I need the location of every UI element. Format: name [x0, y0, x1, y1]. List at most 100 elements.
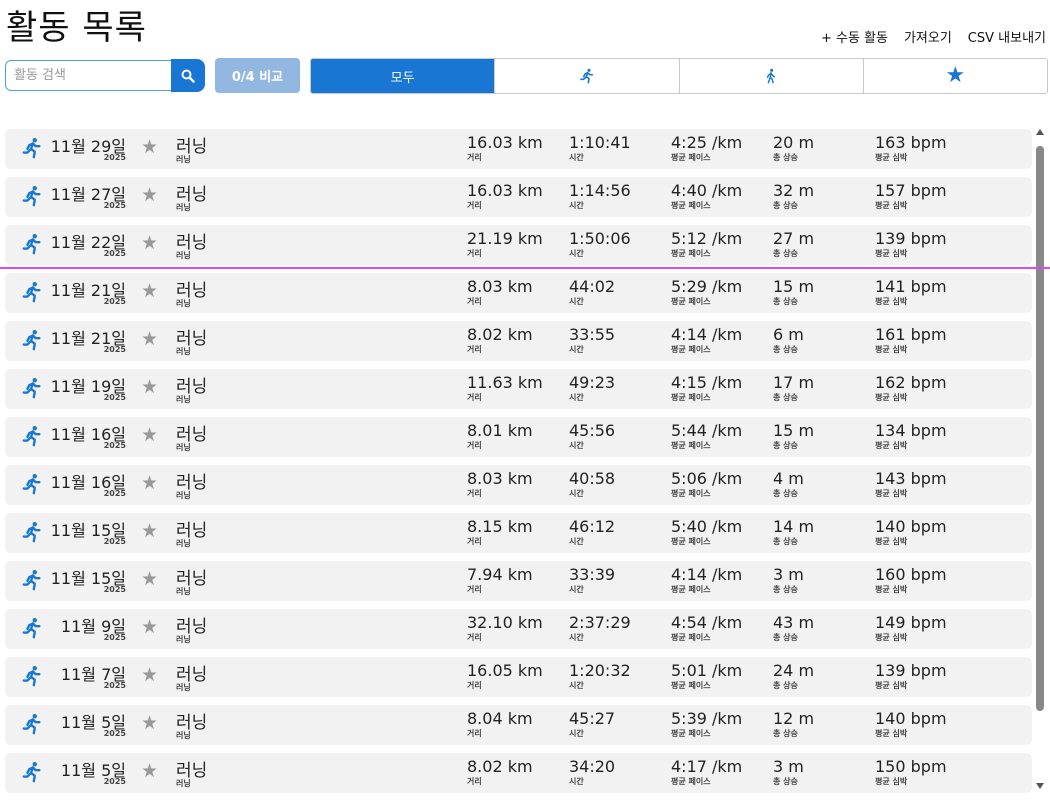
scroll-thumb[interactable] — [1036, 146, 1044, 711]
running-icon — [21, 761, 43, 783]
stat-hr-label: 평균 심박 — [875, 633, 908, 642]
favorite-star-icon[interactable]: ★ — [141, 474, 158, 493]
activity-filter-tabs: 모두 ★ — [310, 58, 1048, 94]
activity-year: 2025 — [103, 729, 126, 738]
activity-row[interactable]: 11월 27일 2025 ★ 러닝 러닝 16.03 km 거리 1:14:56 시간 4:40 … — [5, 177, 1032, 217]
stat-elevation-value: 14 m — [773, 517, 815, 536]
stat-time-label: 시간 — [569, 489, 584, 498]
favorite-star-icon[interactable]: ★ — [141, 234, 158, 253]
favorite-star-icon[interactable]: ★ — [141, 138, 158, 157]
running-icon — [21, 713, 43, 735]
running-icon — [21, 665, 43, 687]
activity-year: 2025 — [103, 489, 126, 498]
stat-pace: 5:29 /km 평균 페이스 — [671, 277, 742, 307]
stat-pace-value: 5:06 /km — [671, 469, 743, 488]
activity-type: 러닝 — [176, 635, 191, 644]
filter-tab-walking[interactable] — [679, 59, 864, 93]
activity-type: 러닝 — [176, 299, 191, 308]
favorite-star-icon[interactable]: ★ — [141, 282, 158, 301]
running-icon — [21, 281, 43, 303]
stat-hr-value: 162 bpm — [875, 373, 947, 392]
stat-distance-label: 거리 — [467, 729, 482, 738]
running-icon — [21, 137, 43, 159]
stat-time-label: 시간 — [569, 297, 584, 306]
stat-hr: 134 bpm 평균 심박 — [875, 421, 947, 451]
favorite-star-icon[interactable]: ★ — [141, 330, 158, 349]
stat-elevation: 24 m총 상승 — [773, 661, 814, 691]
activity-type: 러닝 — [176, 491, 191, 500]
stat-distance-value: 8.15 km — [467, 517, 533, 536]
activity-row[interactable]: 11월 21일 2025 ★ 러닝 러닝 8.03 km 거리 44:02 시간 5:29 /km… — [5, 273, 1032, 313]
activity-row[interactable]: 11월 7일 2025 ★ 러닝 러닝 16.05 km 거리 1:20:32 시간 5:01 /… — [5, 657, 1032, 697]
scroll-down-arrow[interactable] — [1036, 783, 1044, 789]
walking-icon — [767, 68, 776, 84]
scrollbar[interactable] — [1035, 129, 1045, 793]
activity-row[interactable]: 11월 29일 2025 ★ 러닝 러닝 16.03 km 거리 1:10:41 시간 4:25 … — [5, 129, 1032, 169]
stat-hr: 140 bpm 평균 심박 — [875, 517, 947, 547]
activity-row[interactable]: 11월 15일 2025 ★ 러닝 러닝 7.94 km 거리 33:39 시간 4:14 /km… — [5, 561, 1032, 601]
stat-elevation-value: 20 m — [773, 133, 815, 152]
stat-elevation: 15 m총 상승 — [773, 421, 814, 451]
activity-year: 2025 — [103, 249, 126, 258]
favorite-star-icon[interactable]: ★ — [141, 570, 158, 589]
stat-time-value: 40:58 — [569, 469, 616, 488]
search-button[interactable] — [171, 59, 205, 92]
stat-pace: 5:12 /km 평균 페이스 — [671, 229, 742, 259]
favorite-star-icon[interactable]: ★ — [141, 618, 158, 637]
favorite-star-icon[interactable]: ★ — [141, 186, 158, 205]
filter-tab-all[interactable]: 모두 — [311, 59, 496, 93]
stat-elevation-value: 15 m — [773, 277, 815, 296]
running-icon — [21, 185, 43, 207]
activity-year: 2025 — [103, 393, 126, 402]
running-icon — [21, 617, 43, 639]
manual-activity-button[interactable]: + 수동 활동 — [821, 27, 888, 46]
activity-row[interactable]: 11월 21일 2025 ★ 러닝 러닝 8.02 km 거리 33:55 시간 4:14 /km… — [5, 321, 1032, 361]
filter-tab-running[interactable] — [495, 59, 680, 93]
stat-pace-label: 평균 페이스 — [671, 489, 711, 498]
export-csv-button[interactable]: CSV 내보내기 — [968, 27, 1046, 46]
stat-elevation-label: 총 상승 — [773, 729, 798, 738]
stat-time: 49:23 시간 — [569, 373, 615, 403]
stat-hr: 139 bpm 평균 심박 — [875, 661, 947, 691]
search-input[interactable] — [5, 60, 171, 91]
stat-pace-label: 평균 페이스 — [671, 297, 711, 306]
activity-row[interactable]: 11월 19일 2025 ★ 러닝 러닝 11.63 km 거리 49:23 시간 4:15 /k… — [5, 369, 1032, 409]
activity-type: 러닝 — [176, 539, 191, 548]
activity-row[interactable]: 11월 5일 2025 ★ 러닝 러닝 8.04 km 거리 45:27 시간 5:39 /km 평… — [5, 705, 1032, 745]
stat-pace-label: 평균 페이스 — [671, 441, 711, 450]
filter-tab-favorites[interactable]: ★ — [863, 59, 1047, 93]
stat-hr-value: 143 bpm — [875, 469, 947, 488]
favorite-star-icon[interactable]: ★ — [141, 378, 158, 397]
page-title: 활동 목록 — [6, 8, 147, 48]
favorite-star-icon[interactable]: ★ — [141, 426, 158, 445]
import-button[interactable]: 가져오기 — [904, 27, 952, 46]
activity-row[interactable]: 11월 15일 2025 ★ 러닝 러닝 8.15 km 거리 46:12 시간 5:40 /km… — [5, 513, 1032, 553]
activity-year: 2025 — [103, 537, 126, 546]
stat-pace-value: 4:25 /km — [671, 133, 743, 152]
stat-time-value: 1:10:41 — [569, 133, 631, 152]
scroll-up-arrow[interactable] — [1036, 129, 1044, 135]
favorite-star-icon[interactable]: ★ — [141, 762, 158, 781]
stat-pace-value: 4:14 /km — [671, 325, 743, 344]
favorite-star-icon[interactable]: ★ — [141, 666, 158, 685]
stat-pace: 5:06 /km 평균 페이스 — [671, 469, 742, 499]
favorite-star-icon[interactable]: ★ — [141, 522, 158, 541]
stat-time: 1:50:06 시간 — [569, 229, 631, 259]
stat-distance: 16.05 km 거리 — [467, 661, 543, 691]
stat-distance-value: 32.10 km — [467, 613, 543, 632]
activity-row[interactable]: 11월 22일 2025 ★ 러닝 러닝 21.19 km 거리 1:50:06 시간 5:12 … — [5, 225, 1032, 265]
favorite-star-icon[interactable]: ★ — [141, 714, 158, 733]
activity-row[interactable]: 11월 9일 2025 ★ 러닝 러닝 32.10 km 거리 2:37:29 시간 4:54 /… — [5, 609, 1032, 649]
activity-row[interactable]: 11월 5일 2025 ★ 러닝 러닝 8.02 km 거리 34:20 시간 4:17 /km 평… — [5, 753, 1032, 793]
stat-pace-label: 평균 페이스 — [671, 249, 711, 258]
stat-pace: 4:54 /km 평균 페이스 — [671, 613, 742, 643]
activity-type: 러닝 — [176, 587, 191, 596]
stat-hr-value: 160 bpm — [875, 565, 947, 584]
activity-row[interactable]: 11월 16일 2025 ★ 러닝 러닝 8.03 km 거리 40:58 시간 5:06 /km… — [5, 465, 1032, 505]
activity-row[interactable]: 11월 16일 2025 ★ 러닝 러닝 8.01 km 거리 45:56 시간 5:44 /km… — [5, 417, 1032, 457]
compare-button[interactable]: 0/4 비교 — [215, 58, 300, 93]
stat-elevation-label: 총 상승 — [773, 201, 798, 210]
stat-pace-label: 평균 페이스 — [671, 585, 711, 594]
activity-year: 2025 — [103, 297, 126, 306]
stat-pace-value: 5:40 /km — [671, 517, 743, 536]
